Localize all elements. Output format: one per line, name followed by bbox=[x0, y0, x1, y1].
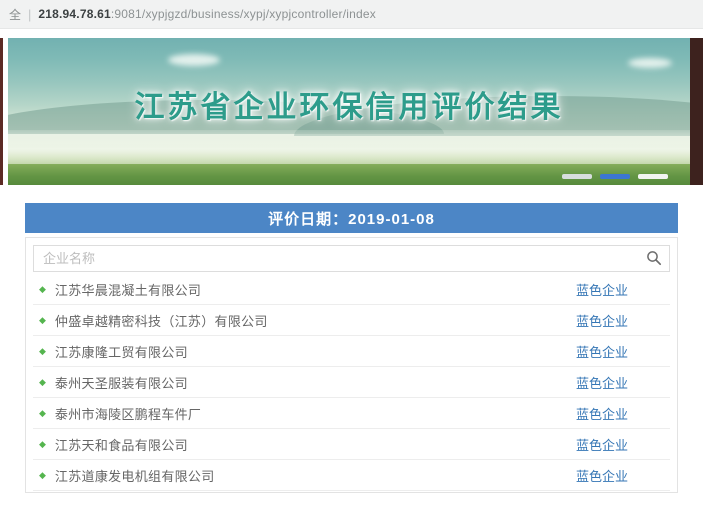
url-path: :9081/xypjgzd/business/xypj/xypjcontroll… bbox=[111, 7, 376, 21]
evaluation-date-header: 评价日期：2019-01-08 bbox=[25, 203, 678, 233]
diamond-bullet-icon: ◆ bbox=[39, 347, 46, 356]
rating-link[interactable]: 蓝色企业 bbox=[576, 373, 628, 392]
mist-overlay bbox=[8, 130, 690, 164]
cloud-shape bbox=[628, 58, 672, 68]
company-name: 泰州天圣服装有限公司 bbox=[55, 373, 576, 392]
rating-link[interactable]: 蓝色企业 bbox=[576, 342, 628, 361]
company-name: 江苏华晨混凝土有限公司 bbox=[55, 280, 576, 299]
carousel-indicator-active[interactable] bbox=[600, 174, 630, 179]
carousel-indicator[interactable] bbox=[562, 174, 592, 179]
rating-link[interactable]: 蓝色企业 bbox=[576, 311, 628, 330]
banner-left-edge bbox=[0, 38, 3, 185]
list-item[interactable]: ◆ 泰州天圣服装有限公司 蓝色企业 bbox=[33, 367, 670, 398]
banner-image: 江苏省企业环保信用评价结果 bbox=[8, 38, 690, 185]
rating-link[interactable]: 蓝色企业 bbox=[576, 404, 628, 423]
browser-url-bar[interactable]: 全 | 218.94.78.61 :9081/xypjgzd/business/… bbox=[0, 0, 703, 29]
search-bar bbox=[33, 245, 670, 272]
company-name: 江苏道康发电机组有限公司 bbox=[55, 466, 576, 485]
rating-link[interactable]: 蓝色企业 bbox=[576, 466, 628, 485]
banner-carousel: 江苏省企业环保信用评价结果 bbox=[0, 38, 703, 185]
company-list-panel: ◆ 江苏华晨混凝土有限公司 蓝色企业 ◆ 仲盛卓越精密科技（江苏）有限公司 蓝色… bbox=[25, 237, 678, 493]
diamond-bullet-icon: ◆ bbox=[39, 440, 46, 449]
cloud-shape bbox=[168, 54, 220, 66]
company-name: 江苏康隆工贸有限公司 bbox=[55, 342, 576, 361]
company-name: 仲盛卓越精密科技（江苏）有限公司 bbox=[55, 311, 576, 330]
list-item[interactable]: ◆ 江苏康隆工贸有限公司 蓝色企业 bbox=[33, 336, 670, 367]
rating-link[interactable]: 蓝色企业 bbox=[576, 280, 628, 299]
banner-right-edge bbox=[690, 38, 703, 185]
banner-title: 江苏省企业环保信用评价结果 bbox=[8, 82, 690, 126]
company-name: 泰州市海陵区鹏程车件厂 bbox=[55, 404, 576, 423]
carousel-indicators bbox=[562, 174, 668, 179]
company-name: 江苏天和食品有限公司 bbox=[55, 435, 576, 454]
diamond-bullet-icon: ◆ bbox=[39, 285, 46, 294]
url-divider: | bbox=[28, 7, 31, 22]
list-item[interactable]: ◆ 泰州市海陵区鹏程车件厂 蓝色企业 bbox=[33, 398, 670, 429]
search-input[interactable] bbox=[33, 245, 670, 272]
rating-link[interactable]: 蓝色企业 bbox=[576, 435, 628, 454]
diamond-bullet-icon: ◆ bbox=[39, 471, 46, 480]
list-item[interactable]: ◆ 仲盛卓越精密科技（江苏）有限公司 蓝色企业 bbox=[33, 305, 670, 336]
list-item[interactable]: ◆ 江苏华晨混凝土有限公司 蓝色企业 bbox=[33, 274, 670, 305]
carousel-indicator[interactable] bbox=[638, 174, 668, 179]
url-host: 218.94.78.61 bbox=[38, 7, 110, 21]
list-item[interactable]: ◆ 江苏天和食品有限公司 蓝色企业 bbox=[33, 429, 670, 460]
list-item[interactable]: ◆ 江苏道康发电机组有限公司 蓝色企业 bbox=[33, 460, 670, 491]
diamond-bullet-icon: ◆ bbox=[39, 409, 46, 418]
search-icon[interactable] bbox=[646, 250, 662, 266]
diamond-bullet-icon: ◆ bbox=[39, 378, 46, 387]
diamond-bullet-icon: ◆ bbox=[39, 316, 46, 325]
page: 全 | 218.94.78.61 :9081/xypjgzd/business/… bbox=[0, 0, 703, 510]
security-icon: 全 bbox=[9, 6, 21, 23]
